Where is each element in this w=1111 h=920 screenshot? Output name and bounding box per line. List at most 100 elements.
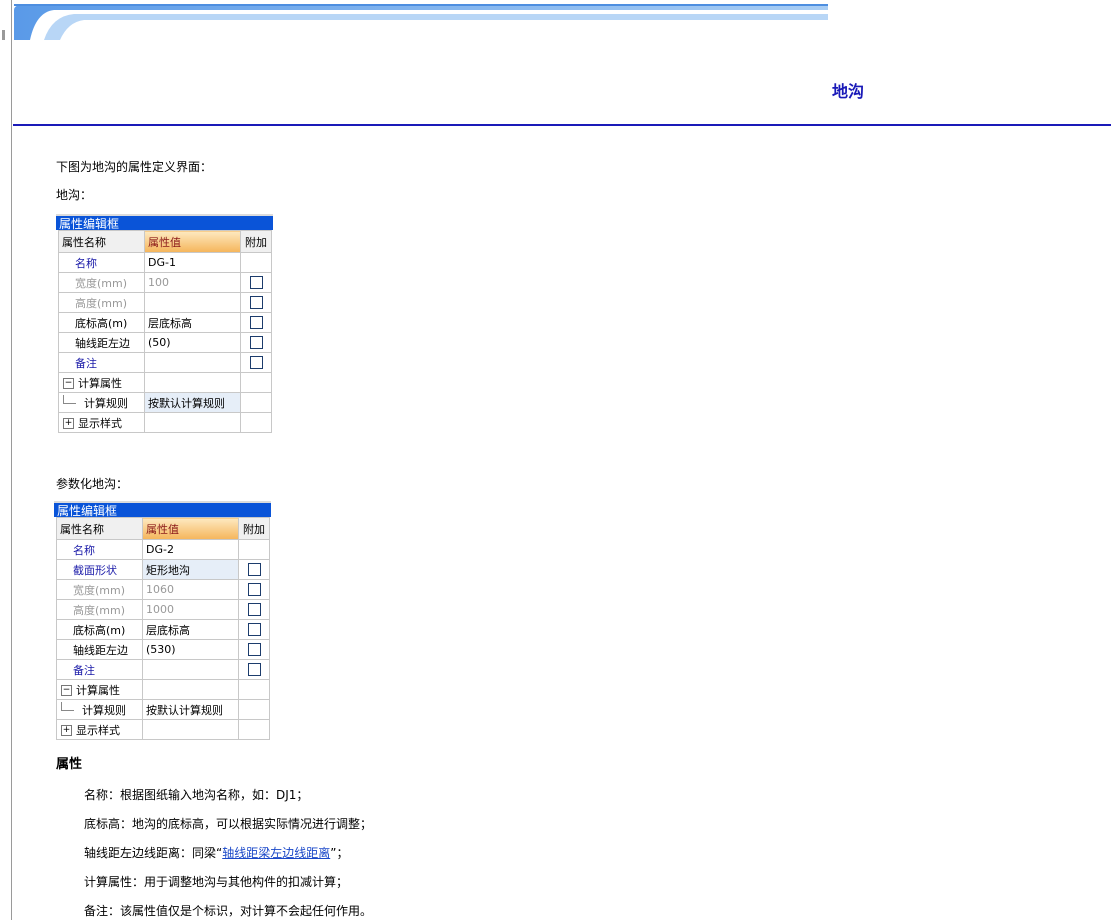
table-row[interactable]: 高度(mm) 1000 — [56, 599, 270, 620]
property-table: 属性名称 属性值 附加 名称 DG-2 截面形状 矩形地沟 宽度(mm) 106… — [56, 517, 270, 740]
property-editor-panel-1: 属性编辑框 属性名称 属性值 附加 名称 DG-1 宽度(mm) 100 高度(… — [56, 214, 273, 433]
table-row[interactable]: 轴线距左边 (50) — [58, 332, 272, 353]
prop-label: 宽度(mm) — [58, 272, 145, 293]
expand-icon[interactable]: + — [61, 725, 72, 736]
prop-label: 名称 — [58, 252, 145, 273]
prop-desc-elevation: 底标高：地沟的底标高，可以根据实际情况进行调整； — [84, 817, 373, 831]
group-row-display[interactable]: + 显示样式 — [56, 719, 270, 740]
col-header-name: 属性名称 — [58, 230, 145, 253]
prop-value[interactable]: 1060 — [142, 579, 239, 600]
prop-value[interactable]: 按默认计算规则 — [144, 392, 241, 413]
group-row-calc[interactable]: − 计算属性 — [58, 372, 272, 393]
prop-label: 高度(mm) — [56, 599, 143, 620]
col-header-value: 属性值 — [142, 517, 239, 540]
extra-checkbox[interactable] — [249, 316, 263, 330]
col-header-extra: 附加 — [240, 230, 272, 253]
group-label: 显示样式 — [78, 416, 122, 430]
table-row[interactable]: 高度(mm) — [58, 292, 272, 313]
col-header-value: 属性值 — [144, 230, 241, 253]
prop-desc-name: 名称：根据图纸输入地沟名称，如：DJ1； — [84, 788, 309, 802]
page-title: 地沟 — [832, 82, 865, 101]
prop-value[interactable]: DG-1 — [144, 252, 241, 273]
prop-value[interactable]: 1000 — [142, 599, 239, 620]
axis-desc-suffix: ”； — [330, 846, 349, 860]
axis-desc-prefix: 轴线距左边线距离：同梁“ — [84, 846, 223, 860]
table-row[interactable]: 名称 DG-1 — [58, 252, 272, 273]
intro-text: 下图为地沟的属性定义界面： — [56, 160, 213, 174]
table-header-row: 属性名称 属性值 附加 — [56, 517, 270, 540]
property-editor-panel-2: 属性编辑框 属性名称 属性值 附加 名称 DG-2 截面形状 矩形地沟 宽度(m… — [54, 501, 271, 740]
extra-checkbox[interactable] — [249, 336, 263, 350]
extra-checkbox[interactable] — [249, 276, 263, 290]
group-row-calc[interactable]: − 计算属性 — [56, 679, 270, 700]
prop-label: 高度(mm) — [58, 292, 145, 313]
header-banner — [14, 4, 828, 40]
panel-title: 属性编辑框 — [54, 501, 271, 518]
col-header-name: 属性名称 — [56, 517, 143, 540]
section-label-trench: 地沟： — [56, 188, 93, 202]
prop-value[interactable]: (50) — [144, 332, 241, 353]
extra-checkbox[interactable] — [249, 356, 263, 370]
table-row[interactable]: 宽度(mm) 1060 — [56, 579, 270, 600]
panel-title: 属性编辑框 — [56, 214, 273, 231]
extra-checkbox[interactable] — [247, 603, 261, 617]
group-label: 计算属性 — [78, 376, 122, 390]
table-row[interactable]: 底标高(m) 层底标高 — [58, 312, 272, 333]
section-label-param-trench: 参数化地沟： — [56, 477, 129, 491]
prop-value[interactable]: 100 — [144, 272, 241, 293]
prop-label: 计算规则 — [82, 703, 126, 717]
extra-checkbox[interactable] — [247, 623, 261, 637]
prop-label: 宽度(mm) — [56, 579, 143, 600]
prop-desc-note: 备注：该属性值仅是个标识，对计算不会起任何作用。 — [84, 904, 373, 918]
extra-checkbox[interactable] — [247, 663, 261, 677]
table-row[interactable]: 截面形状 矩形地沟 — [56, 559, 270, 580]
prop-value[interactable]: 矩形地沟 — [142, 559, 239, 580]
table-row[interactable]: 底标高(m) 层底标高 — [56, 619, 270, 640]
extra-checkbox[interactable] — [247, 643, 261, 657]
prop-label: 计算规则 — [84, 396, 128, 410]
prop-value[interactable] — [142, 659, 239, 680]
prop-value[interactable] — [144, 352, 241, 373]
prop-value[interactable] — [144, 292, 241, 313]
tree-connector-icon — [63, 394, 76, 404]
prop-label: 底标高(m) — [56, 619, 143, 640]
col-header-extra: 附加 — [238, 517, 270, 540]
prop-value[interactable]: 层底标高 — [144, 312, 241, 333]
group-label: 计算属性 — [76, 683, 120, 697]
table-row[interactable]: 计算规则 按默认计算规则 — [58, 392, 272, 413]
table-row[interactable]: 名称 DG-2 — [56, 539, 270, 560]
group-row-display[interactable]: + 显示样式 — [58, 412, 272, 433]
prop-label: 备注 — [56, 659, 143, 680]
prop-value[interactable]: DG-2 — [142, 539, 239, 560]
prop-desc-axis-distance: 轴线距左边线距离：同梁“轴线距梁左边线距离”； — [84, 846, 348, 860]
prop-label: 轴线距左边 — [56, 639, 143, 660]
prop-value[interactable]: (530) — [142, 639, 239, 660]
prop-label: 底标高(m) — [58, 312, 145, 333]
extra-checkbox[interactable] — [247, 583, 261, 597]
extra-checkbox[interactable] — [249, 296, 263, 310]
extra-cell — [240, 252, 272, 273]
title-divider — [13, 124, 1111, 126]
table-row[interactable]: 宽度(mm) 100 — [58, 272, 272, 293]
table-row[interactable]: 轴线距左边 (530) — [56, 639, 270, 660]
gutter-marker — [2, 30, 5, 40]
collapse-icon[interactable]: − — [63, 378, 74, 389]
table-row[interactable]: 备注 — [58, 352, 272, 373]
properties-heading: 属性 — [56, 757, 83, 772]
prop-desc-calc: 计算属性：用于调整地沟与其他构件的扣减计算； — [84, 875, 349, 889]
extra-checkbox[interactable] — [247, 563, 261, 577]
prop-value[interactable]: 层底标高 — [142, 619, 239, 640]
table-header-row: 属性名称 属性值 附加 — [58, 230, 272, 253]
property-table: 属性名称 属性值 附加 名称 DG-1 宽度(mm) 100 高度(mm) 底标… — [58, 230, 272, 433]
prop-label: 轴线距左边 — [58, 332, 145, 353]
tree-connector-icon — [61, 701, 74, 711]
collapse-icon[interactable]: − — [61, 685, 72, 696]
expand-icon[interactable]: + — [63, 418, 74, 429]
prop-value[interactable]: 按默认计算规则 — [142, 699, 239, 720]
group-label: 显示样式 — [76, 723, 120, 737]
axis-distance-link[interactable]: 轴线距梁左边线距离 — [222, 846, 330, 860]
prop-label: 名称 — [56, 539, 143, 560]
table-row[interactable]: 备注 — [56, 659, 270, 680]
prop-label: 备注 — [58, 352, 145, 373]
table-row[interactable]: 计算规则 按默认计算规则 — [56, 699, 270, 720]
